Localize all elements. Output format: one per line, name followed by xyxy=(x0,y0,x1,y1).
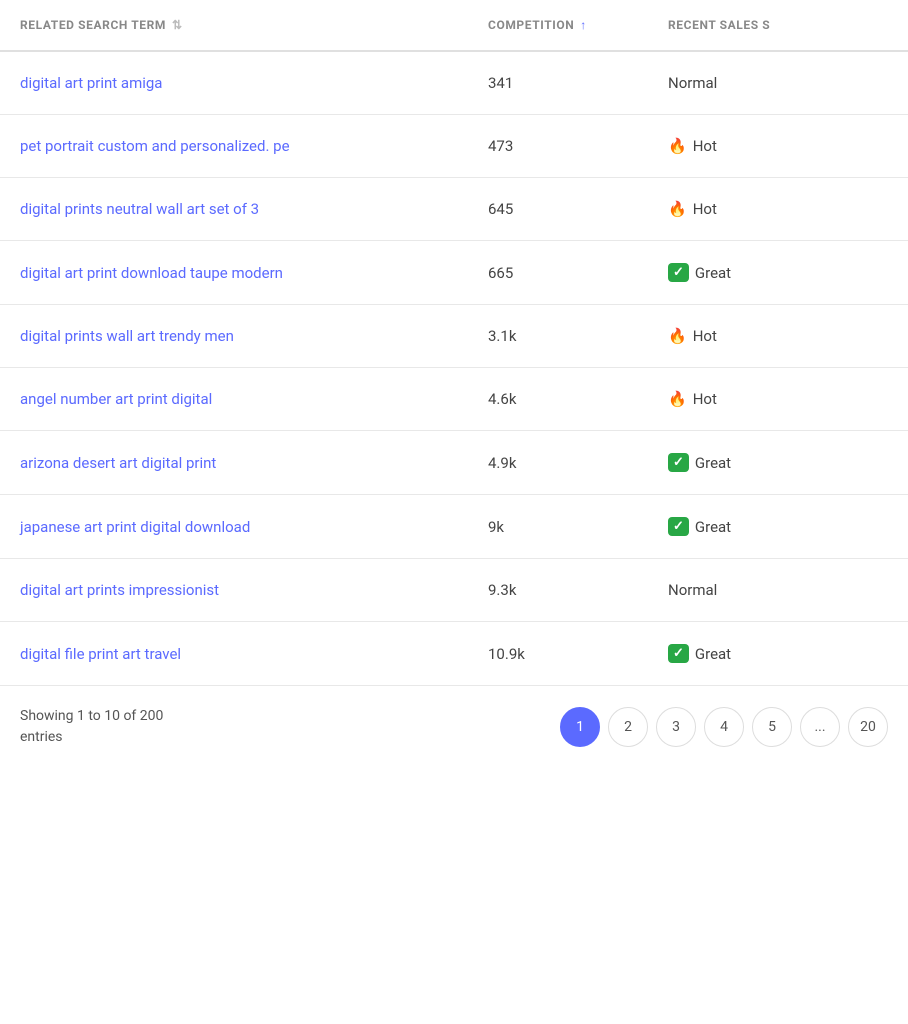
sales-status-cell: 🔥 Hot xyxy=(668,200,888,218)
search-term-link[interactable]: digital prints wall art trendy men xyxy=(20,327,234,345)
table-row: arizona desert art digital print 4.9k✓ Gre… xyxy=(0,431,908,495)
table-row: digital art print download taupe modern 6… xyxy=(0,241,908,305)
sales-status-cell: ✓ Great xyxy=(668,644,888,663)
sales-status-cell: ✓ Great xyxy=(668,453,888,472)
competition-cell: 4.9k xyxy=(488,454,668,472)
search-term-link[interactable]: digital art prints impressionist xyxy=(20,581,219,599)
sales-status-cell: 🔥 Hot xyxy=(668,327,888,345)
table-body: digital art print amiga341Normalpet port… xyxy=(0,52,908,686)
search-term-link[interactable]: pet portrait custom and personalized. pe xyxy=(20,137,290,155)
search-term-link[interactable]: digital art print download taupe modern xyxy=(20,264,283,282)
table-footer: Showing 1 to 10 of 200 entries 12345...2… xyxy=(0,686,908,768)
search-term-link[interactable]: digital file print art travel xyxy=(20,645,181,663)
search-term-link[interactable]: angel number art print digital xyxy=(20,390,212,408)
col2-label: COMPETITION xyxy=(488,18,574,32)
sales-status-cell: 🔥 Hot xyxy=(668,137,888,155)
great-badge-icon: ✓ xyxy=(668,263,689,282)
sales-label: Great xyxy=(695,264,731,282)
sales-label: Great xyxy=(695,645,731,663)
competition-cell: 9.3k xyxy=(488,581,668,599)
sales-label: Great xyxy=(695,518,731,536)
col1-label: RELATED SEARCH TERM xyxy=(20,18,166,32)
col3-label: RECENT SALES S xyxy=(668,18,770,32)
sales-label: Normal xyxy=(668,74,717,92)
fire-icon: 🔥 xyxy=(668,200,687,218)
sort-icon-term[interactable]: ⇅ xyxy=(172,18,183,32)
page-btn-20[interactable]: 20 xyxy=(848,707,888,747)
page-btn-3[interactable]: 3 xyxy=(656,707,696,747)
sort-icon-competition[interactable]: ↑ xyxy=(580,18,587,32)
page-btn-2[interactable]: 2 xyxy=(608,707,648,747)
search-term-cell: angel number art print digital xyxy=(20,390,488,408)
table-row: japanese art print digital download 9k✓ Gr… xyxy=(0,495,908,559)
table-row: pet portrait custom and personalized. pe… xyxy=(0,115,908,178)
search-term-cell: arizona desert art digital print xyxy=(20,454,488,472)
competition-cell: 9k xyxy=(488,518,668,536)
table-row: digital art print amiga 341Normal xyxy=(0,52,908,115)
page-btn-1[interactable]: 1 xyxy=(560,707,600,747)
competition-cell: 4.6k xyxy=(488,390,668,408)
showing-text: Showing 1 to 10 of 200 entries xyxy=(20,706,163,748)
sales-status-cell: Normal xyxy=(668,581,888,599)
competition-cell: 3.1k xyxy=(488,327,668,345)
page-btn-5[interactable]: 5 xyxy=(752,707,792,747)
table-row: digital prints wall art trendy men 3.1k🔥 H… xyxy=(0,305,908,368)
sales-label: Normal xyxy=(668,581,717,599)
search-term-cell: pet portrait custom and personalized. pe xyxy=(20,137,488,155)
table-row: digital file print art travel 10.9k✓ Great xyxy=(0,622,908,686)
sales-label: Hot xyxy=(693,390,717,408)
great-badge-icon: ✓ xyxy=(668,517,689,536)
search-term-cell: digital file print art travel xyxy=(20,645,488,663)
fire-icon: 🔥 xyxy=(668,137,687,155)
sales-status-cell: 🔥 Hot xyxy=(668,390,888,408)
competition-cell: 645 xyxy=(488,200,668,218)
table-row: digital prints neutral wall art set of 3… xyxy=(0,178,908,241)
search-term-cell: japanese art print digital download xyxy=(20,518,488,536)
pagination: 12345...20 xyxy=(560,707,888,747)
search-term-cell: digital prints neutral wall art set of 3 xyxy=(20,200,488,218)
great-badge-icon: ✓ xyxy=(668,644,689,663)
search-term-table: RELATED SEARCH TERM ⇅ COMPETITION ↑ RECE… xyxy=(0,0,908,768)
search-term-cell: digital prints wall art trendy men xyxy=(20,327,488,345)
competition-cell: 473 xyxy=(488,137,668,155)
search-term-link[interactable]: digital prints neutral wall art set of 3 xyxy=(20,200,259,218)
great-badge-icon: ✓ xyxy=(668,453,689,472)
competition-cell: 341 xyxy=(488,74,668,92)
col-search-term-header[interactable]: RELATED SEARCH TERM ⇅ xyxy=(20,18,488,32)
search-term-cell: digital art print download taupe modern xyxy=(20,264,488,282)
page-btn-...[interactable]: ... xyxy=(800,707,840,747)
col-sales-header: RECENT SALES S xyxy=(668,18,888,32)
col-competition-header[interactable]: COMPETITION ↑ xyxy=(488,18,668,32)
sales-status-cell: ✓ Great xyxy=(668,517,888,536)
search-term-link[interactable]: arizona desert art digital print xyxy=(20,454,216,472)
sales-label: Hot xyxy=(693,200,717,218)
sales-status-cell: ✓ Great xyxy=(668,263,888,282)
search-term-cell: digital art print amiga xyxy=(20,74,488,92)
sales-label: Hot xyxy=(693,327,717,345)
search-term-link[interactable]: digital art print amiga xyxy=(20,74,162,92)
table-header: RELATED SEARCH TERM ⇅ COMPETITION ↑ RECE… xyxy=(0,0,908,52)
table-row: angel number art print digital 4.6k🔥 Hot xyxy=(0,368,908,431)
search-term-link[interactable]: japanese art print digital download xyxy=(20,518,250,536)
sales-status-cell: Normal xyxy=(668,74,888,92)
sales-label: Great xyxy=(695,454,731,472)
fire-icon: 🔥 xyxy=(668,390,687,408)
sales-label: Hot xyxy=(693,137,717,155)
search-term-cell: digital art prints impressionist xyxy=(20,581,488,599)
table-row: digital art prints impressionist 9.3kNorm… xyxy=(0,559,908,622)
page-btn-4[interactable]: 4 xyxy=(704,707,744,747)
fire-icon: 🔥 xyxy=(668,327,687,345)
competition-cell: 10.9k xyxy=(488,645,668,663)
competition-cell: 665 xyxy=(488,264,668,282)
